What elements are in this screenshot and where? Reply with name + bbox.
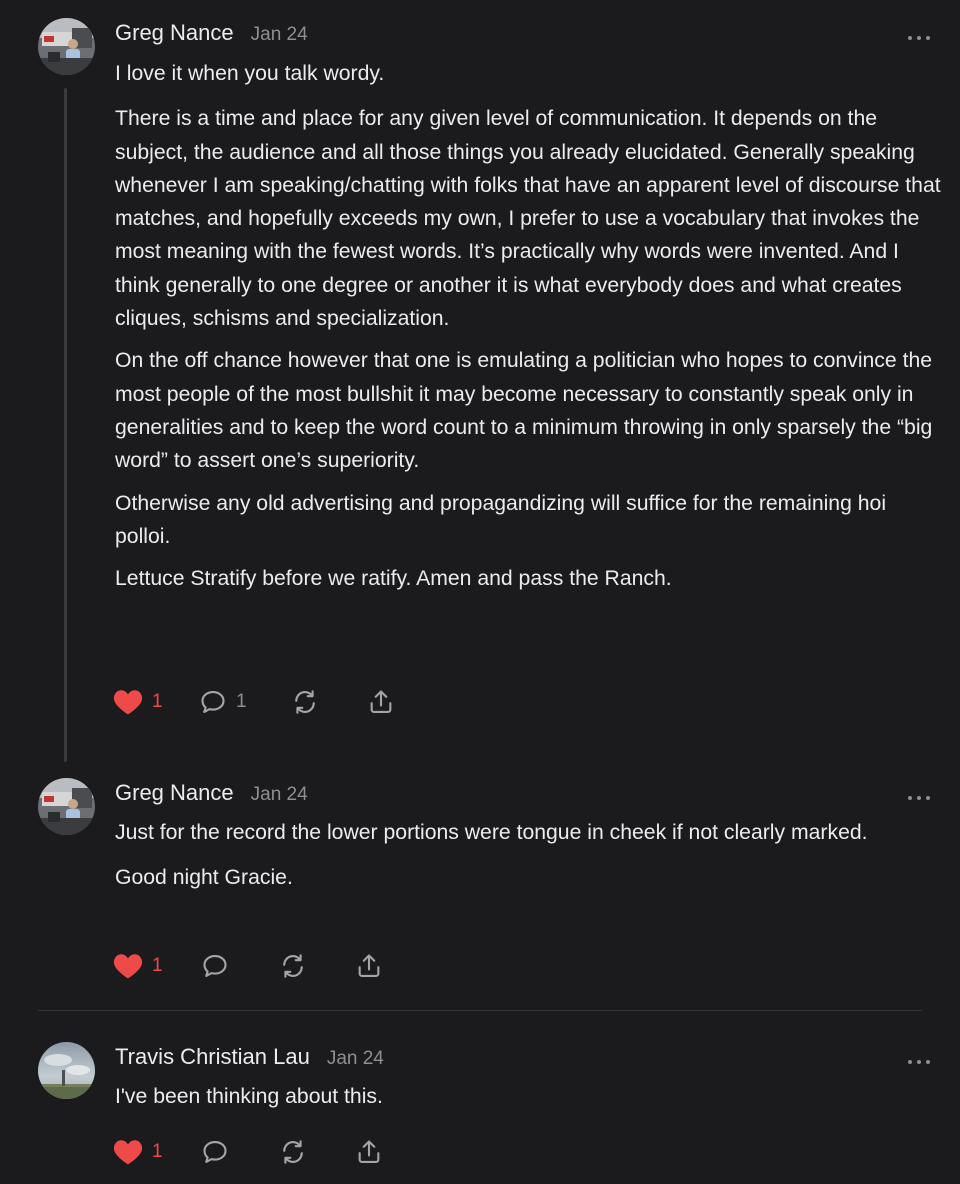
comment-paragraph: Lettuce Stratify before we ratify. Amen … bbox=[115, 567, 672, 591]
avatar[interactable] bbox=[38, 778, 95, 835]
heart-icon bbox=[113, 690, 143, 715]
share-button[interactable] bbox=[355, 952, 383, 980]
comment: Greg Nance Jan 24 I love it when you tal… bbox=[0, 0, 960, 770]
restack-button[interactable] bbox=[279, 1138, 355, 1166]
comment: Greg Nance Jan 24 Just for the record th… bbox=[0, 760, 960, 1010]
more-dots-icon bbox=[908, 1060, 930, 1064]
share-upload-icon bbox=[358, 1140, 380, 1163]
avatar[interactable] bbox=[38, 18, 95, 75]
like-button[interactable]: 1 bbox=[113, 1138, 201, 1166]
like-button[interactable]: 1 bbox=[113, 688, 199, 716]
comment-actions: 1 1 bbox=[113, 686, 395, 718]
person-photo-avatar-icon bbox=[38, 778, 95, 835]
author-name[interactable]: Greg Nance bbox=[115, 780, 234, 806]
comment-header: Travis Christian Lau Jan 24 bbox=[115, 1044, 384, 1074]
reply-button[interactable] bbox=[201, 1138, 279, 1166]
more-dots-icon bbox=[908, 36, 930, 40]
like-count: 1 bbox=[152, 691, 163, 712]
speech-bubble-icon bbox=[203, 1141, 227, 1163]
comment-paragraph: On the off chance however that one is em… bbox=[115, 349, 933, 473]
comment-paragraph: Otherwise any old advertising and propag… bbox=[115, 491, 887, 548]
comment-body: I've been thinking about this. bbox=[115, 1080, 947, 1122]
speech-bubble-icon bbox=[203, 955, 227, 977]
reply-button[interactable]: 1 bbox=[199, 688, 291, 716]
share-button[interactable] bbox=[367, 688, 395, 716]
comment-header: Greg Nance Jan 24 bbox=[115, 780, 308, 810]
avatar[interactable] bbox=[38, 1042, 95, 1099]
person-photo-avatar-icon bbox=[38, 18, 95, 75]
comment-date[interactable]: Jan 24 bbox=[327, 1048, 384, 1070]
share-button[interactable] bbox=[355, 1138, 383, 1166]
reply-button[interactable] bbox=[201, 952, 279, 980]
more-options-button[interactable] bbox=[906, 1054, 932, 1064]
comment-paragraph: There is a time and place for any given … bbox=[115, 107, 941, 331]
restack-button[interactable] bbox=[279, 952, 355, 980]
restack-arrows-icon bbox=[283, 954, 303, 978]
thread-line bbox=[64, 88, 67, 762]
restack-arrows-icon bbox=[283, 1140, 303, 1164]
author-name[interactable]: Greg Nance bbox=[115, 20, 234, 46]
reply-count: 1 bbox=[236, 691, 247, 712]
comment-actions: 1 bbox=[113, 1136, 383, 1168]
heart-icon bbox=[113, 954, 143, 979]
comment-date[interactable]: Jan 24 bbox=[251, 784, 308, 806]
comment-body: I love it when you talk wordy. There is … bbox=[115, 57, 947, 604]
restack-arrows-icon bbox=[295, 690, 315, 714]
restack-button[interactable] bbox=[291, 688, 367, 716]
share-upload-icon bbox=[358, 954, 380, 977]
speech-bubble-icon bbox=[201, 691, 225, 713]
share-upload-icon bbox=[370, 690, 392, 713]
comment-divider bbox=[38, 1010, 922, 1011]
like-button[interactable]: 1 bbox=[113, 952, 201, 980]
like-count: 1 bbox=[152, 1141, 163, 1162]
more-options-button[interactable] bbox=[906, 30, 932, 40]
comment-paragraph: I love it when you talk wordy. bbox=[115, 62, 385, 85]
comment-paragraph: I've been thinking about this. bbox=[115, 1085, 383, 1108]
comment-paragraph: Good night Gracie. bbox=[115, 866, 293, 890]
comment: Travis Christian Lau Jan 24 I've been th… bbox=[0, 1024, 960, 1184]
more-dots-icon bbox=[908, 796, 930, 800]
comment-date[interactable]: Jan 24 bbox=[251, 24, 308, 46]
like-count: 1 bbox=[152, 955, 163, 976]
heart-icon bbox=[113, 1140, 143, 1165]
comment-actions: 1 bbox=[113, 950, 383, 982]
author-name[interactable]: Travis Christian Lau bbox=[115, 1044, 310, 1070]
comment-paragraph: Just for the record the lower portions w… bbox=[115, 821, 868, 844]
comment-body: Just for the record the lower portions w… bbox=[115, 816, 947, 904]
comment-header: Greg Nance Jan 24 bbox=[115, 20, 308, 50]
more-options-button[interactable] bbox=[906, 790, 932, 800]
sky-landscape-avatar-icon bbox=[38, 1042, 95, 1099]
